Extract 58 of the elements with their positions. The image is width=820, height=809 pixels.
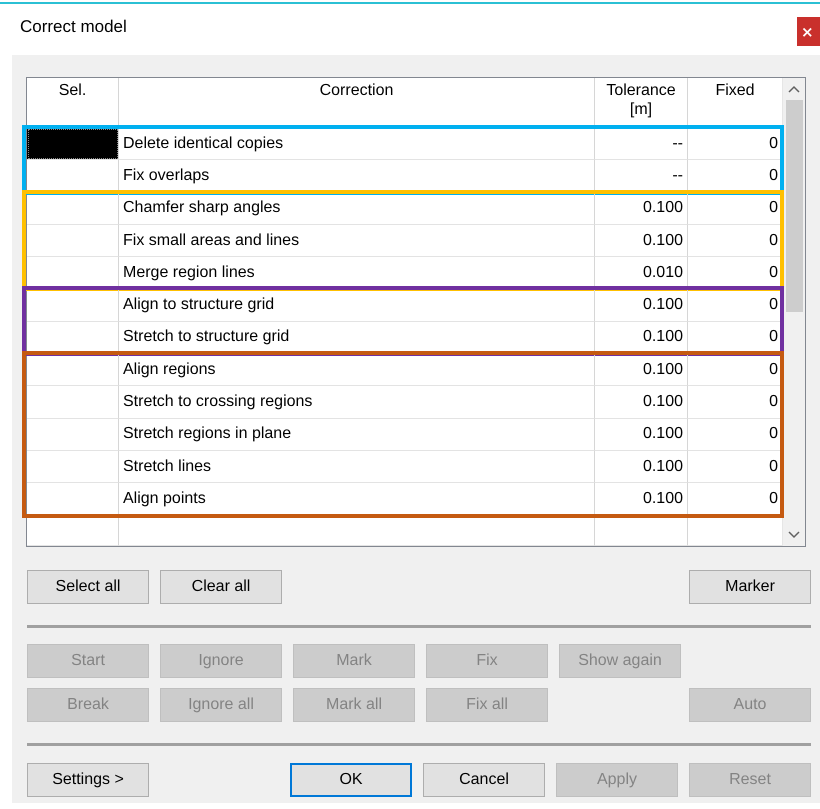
tolerance-cell: 0.100 bbox=[595, 450, 688, 484]
fixed-count-cell: 0 bbox=[688, 450, 782, 484]
correction-cell: Align regions bbox=[119, 354, 595, 386]
column-header: Correction bbox=[320, 81, 394, 100]
selection-cell[interactable] bbox=[27, 224, 119, 258]
action-button[interactable]: OK bbox=[290, 763, 412, 797]
fixed-count-cell: 0 bbox=[688, 160, 782, 193]
tolerance-cell: 0.100 bbox=[595, 289, 688, 322]
selection-cell[interactable] bbox=[27, 289, 119, 322]
tolerance-cell: 0.100 bbox=[595, 354, 688, 386]
action-button[interactable]: Marker bbox=[689, 570, 811, 604]
scroll-thumb[interactable] bbox=[786, 100, 802, 312]
tolerance-cell: 0.100 bbox=[595, 386, 688, 419]
tolerance-cell: -- bbox=[595, 128, 688, 160]
tolerance-cell: 0.100 bbox=[595, 483, 688, 516]
close-button[interactable]: × bbox=[797, 17, 820, 46]
fixed-count-cell: 0 bbox=[688, 128, 782, 160]
fixed-count-cell: 0 bbox=[688, 289, 782, 322]
tolerance-cell: 0.100 bbox=[595, 192, 688, 225]
correction-cell: Stretch to structure grid bbox=[119, 322, 595, 354]
tolerance-cell: 0.010 bbox=[595, 257, 688, 290]
fixed-count-cell: 0 bbox=[688, 483, 782, 516]
tolerance-cell: 0.100 bbox=[595, 418, 688, 451]
fixed-count-cell: 0 bbox=[688, 418, 782, 451]
window-title: Correct model bbox=[20, 16, 127, 36]
correction-cell: Align to structure grid bbox=[119, 289, 595, 322]
correction-cell: Chamfer sharp angles bbox=[119, 192, 595, 225]
tolerance-cell: 0.100 bbox=[595, 224, 688, 258]
fixed-count-cell: 0 bbox=[688, 257, 782, 290]
correction-cell: Fix small areas and lines bbox=[119, 224, 595, 258]
action-button[interactable]: Select all bbox=[27, 570, 149, 604]
fixed-count-cell: 0 bbox=[688, 192, 782, 225]
action-button[interactable]: Clear all bbox=[160, 570, 282, 604]
fixed-count-cell: 0 bbox=[688, 354, 782, 386]
fixed-count-cell: 0 bbox=[688, 322, 782, 354]
tolerance-cell: 0.100 bbox=[595, 322, 688, 354]
selection-cell[interactable] bbox=[27, 192, 119, 225]
correction-cell: Stretch to crossing regions bbox=[119, 386, 595, 419]
selection-cell[interactable] bbox=[27, 450, 119, 484]
column-header: Sel. bbox=[58, 81, 86, 100]
action-button[interactable]: Cancel bbox=[423, 763, 545, 797]
fixed-count-cell: 0 bbox=[688, 224, 782, 258]
scroll-bar[interactable] bbox=[782, 78, 805, 546]
correction-cell: Stretch lines bbox=[119, 450, 595, 484]
selection-cell[interactable] bbox=[27, 128, 119, 160]
selection-cell[interactable] bbox=[27, 354, 119, 386]
correction-cell: Align points bbox=[119, 483, 595, 516]
selection-cell[interactable] bbox=[27, 418, 119, 451]
correction-cell: Fix overlaps bbox=[119, 160, 595, 193]
tolerance-cell: -- bbox=[595, 160, 688, 193]
correction-cell: Merge region lines bbox=[119, 257, 595, 290]
action-button[interactable]: Settings > bbox=[27, 763, 149, 797]
correction-cell: Delete identical copies bbox=[119, 128, 595, 160]
selection-cell[interactable] bbox=[27, 386, 119, 419]
correction-cell: Stretch regions in plane bbox=[119, 418, 595, 451]
fixed-count-cell: 0 bbox=[688, 386, 782, 419]
column-header: Tolerance [m] bbox=[605, 81, 677, 119]
column-header: Fixed bbox=[715, 81, 755, 100]
